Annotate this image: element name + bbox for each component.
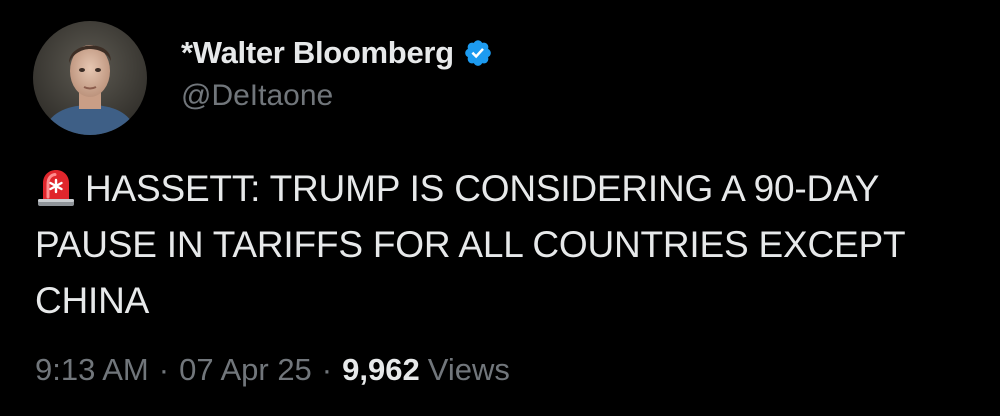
tweet-body: HASSETT: TRUMP IS CONSIDERING A 90-DAY P…	[35, 161, 975, 329]
tweet-time[interactable]: 9:13 AM	[35, 352, 149, 388]
tweet-card: *Walter Bloomberg @DeItaone HASSETT: TRU…	[0, 0, 1000, 416]
meta-separator: ·	[158, 352, 170, 387]
tweet-date[interactable]: 07 Apr 25	[179, 352, 312, 388]
views-label: Views	[427, 352, 510, 387]
police-siren-icon	[35, 166, 77, 208]
author-name-row[interactable]: *Walter Bloomberg	[181, 33, 493, 73]
avatar[interactable]	[33, 21, 147, 135]
author-block: *Walter Bloomberg @DeItaone	[181, 33, 493, 113]
profile-photo	[33, 21, 147, 135]
tweet-text: HASSETT: TRUMP IS CONSIDERING A 90-DAY P…	[35, 168, 905, 321]
tweet-meta: 9:13 AM · 07 Apr 25 · 9,962 Views	[35, 352, 510, 388]
user-handle[interactable]: @DeItaone	[181, 79, 493, 113]
views-count: 9,962	[342, 352, 420, 387]
display-name[interactable]: *Walter Bloomberg	[181, 35, 454, 71]
meta-separator: ·	[321, 352, 333, 387]
verified-badge-icon	[463, 38, 493, 68]
